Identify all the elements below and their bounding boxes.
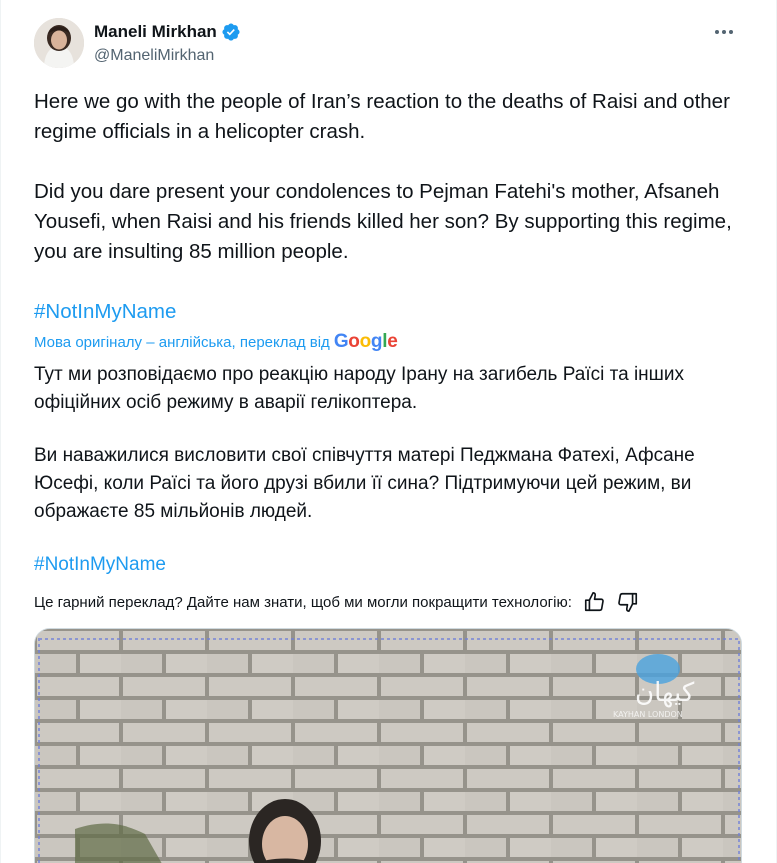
more-options-icon[interactable] [710, 20, 738, 44]
tweet-paragraph-2: Did you dare present your condolences to… [34, 180, 732, 263]
avatar[interactable] [34, 18, 84, 68]
tweet-hashtag-link[interactable]: #NotInMyName [34, 300, 176, 323]
tweet-paragraph-1: Here we go with the people of Iran’s rea… [34, 90, 730, 143]
video-frame: کیهان KAYHAN LONDON [35, 629, 741, 863]
translated-paragraph-2: Ви наважилися висловити свої співчуття м… [34, 445, 695, 522]
tweet-video[interactable]: کیهان KAYHAN LONDON [34, 628, 742, 863]
media-watermark: کیهان [635, 678, 695, 708]
google-logo-icon: Google [333, 331, 398, 352]
frame-left-border [0, 0, 1, 863]
thumbs-up-icon[interactable] [582, 590, 606, 614]
media-watermark-sub: KAYHAN LONDON [613, 710, 683, 719]
verified-badge-icon [222, 23, 240, 41]
author-handle[interactable]: @ManeliMirkhan [94, 47, 241, 65]
translated-paragraph-1: Тут ми розповідаємо про реакцію народу І… [34, 364, 685, 413]
author-name[interactable]: Maneli Mirkhan [94, 22, 217, 42]
tweet-header: Maneli Mirkhan @ManeliMirkhan [34, 18, 746, 70]
feedback-prompt: Це гарний переклад? Дайте нам знати, щоб… [34, 593, 572, 611]
translation-notice[interactable]: Мова оригіналу – англійська, переклад ві… [34, 331, 398, 353]
thumbs-down-icon[interactable] [616, 590, 640, 614]
translation-feedback: Це гарний переклад? Дайте нам знати, щоб… [34, 590, 734, 614]
translation-notice-text: Мова оригіналу – англійська, переклад ві… [34, 333, 330, 351]
translated-hashtag-link[interactable]: #NotInMyName [34, 554, 166, 575]
author-block: Maneli Mirkhan @ManeliMirkhan [94, 21, 241, 65]
tweet-text: Here we go with the people of Iran’s rea… [34, 87, 750, 357]
translated-text: Тут ми розповідаємо про реакцію народу І… [34, 361, 750, 604]
